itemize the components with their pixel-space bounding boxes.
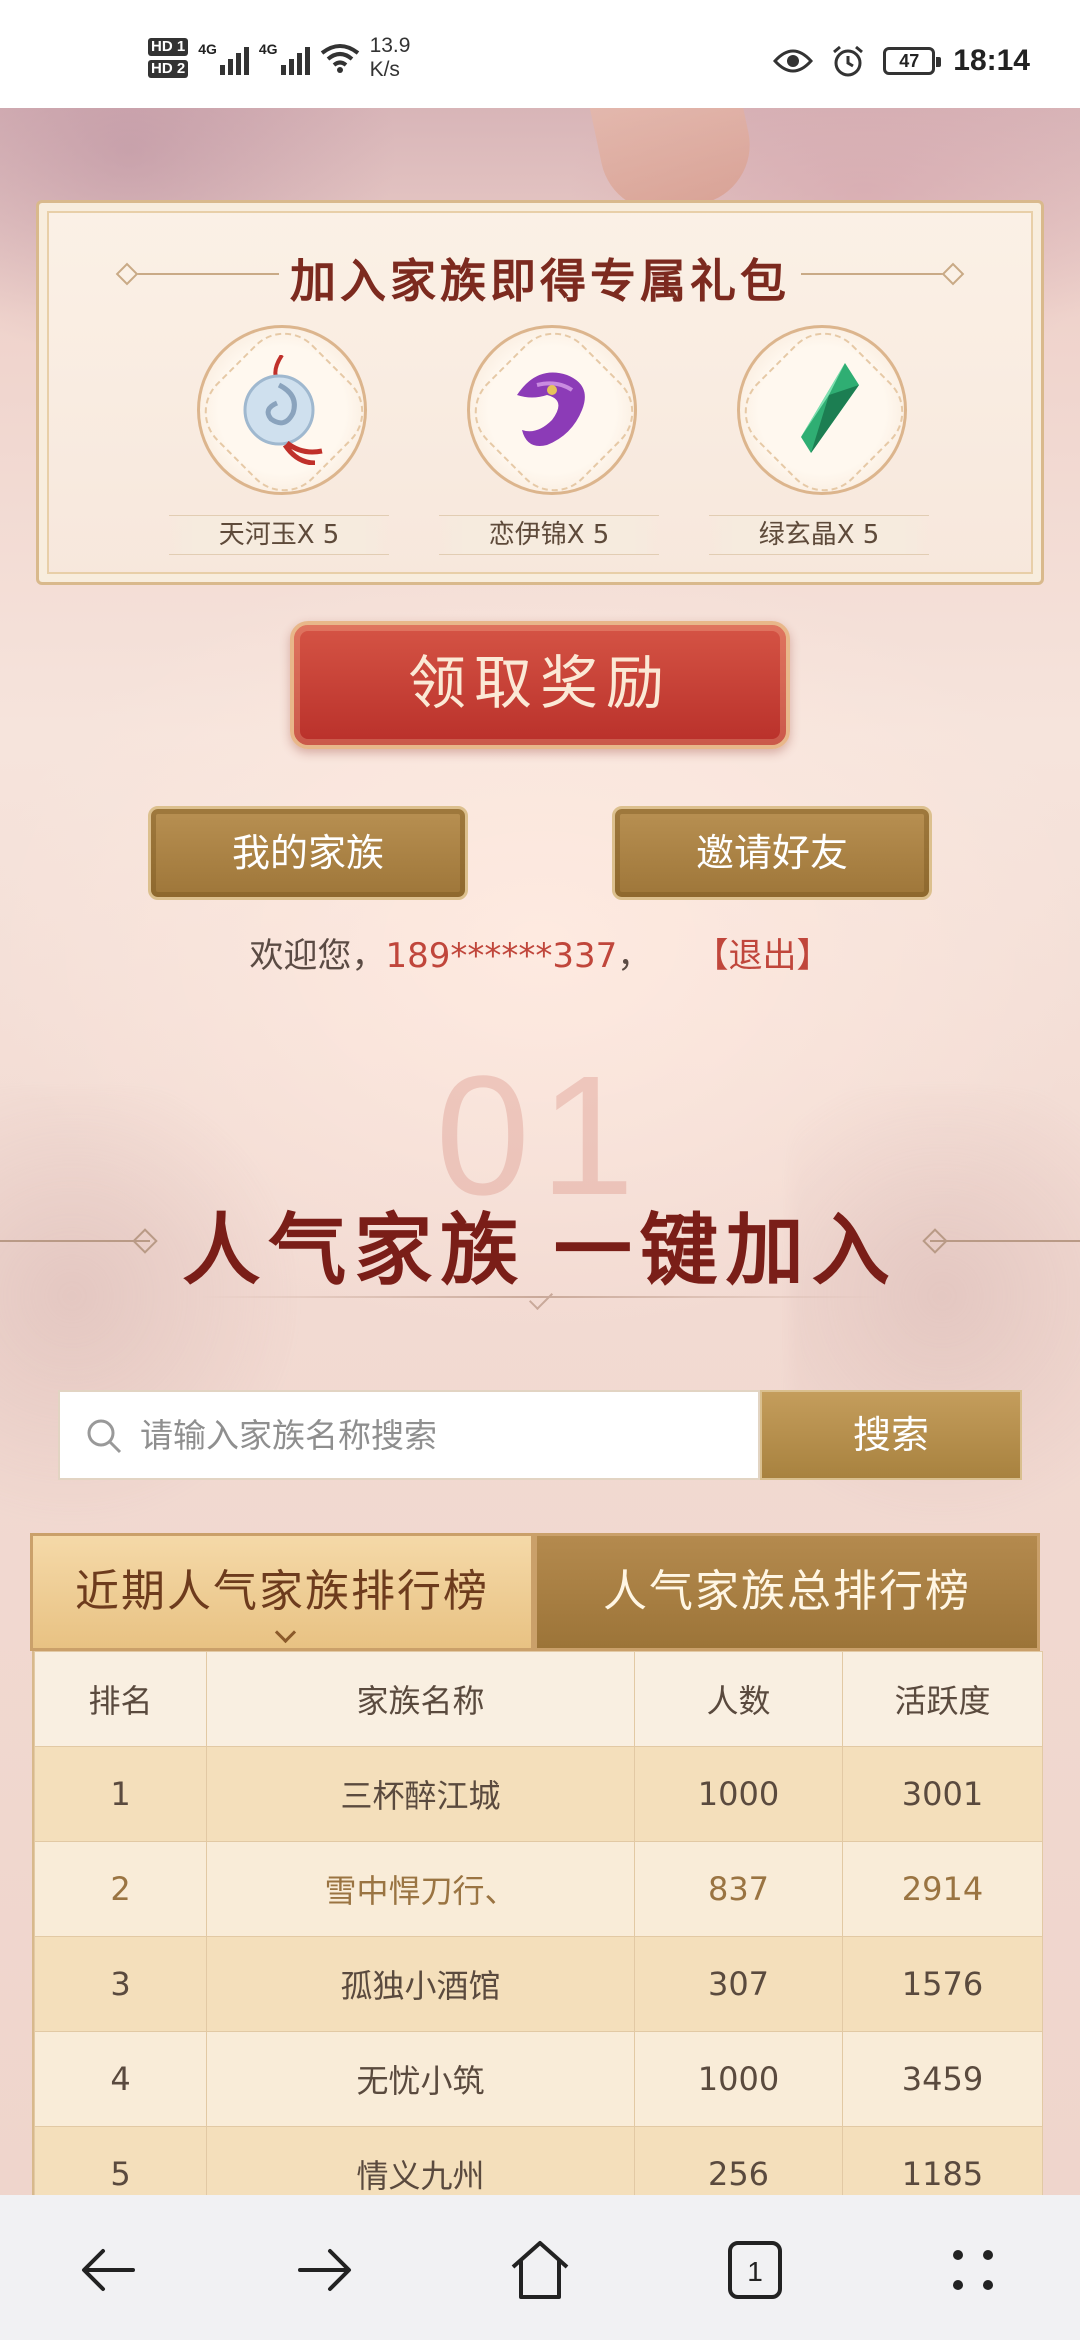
section-title: 人气家族 一键加入 [182,1207,898,1294]
header-members: 人数 [634,1651,843,1747]
sim1-badge: HD 1 [148,38,189,56]
claim-reward-button[interactable]: 领取奖励 [290,621,790,749]
members-cell: 1000 [634,1746,843,1842]
welcome-prefix: 欢迎您， [249,936,386,976]
family-name-cell: 孤独小酒馆 [206,1936,635,2032]
clock: 18:14 [953,44,1030,77]
ranking-tabs: 近期人气家族排行榜 人气家族总排行榜 [30,1533,1040,1651]
table-row[interactable]: 1 三杯醉江城 1000 3001 [34,1746,1043,1842]
my-family-button[interactable]: 我的家族 [148,806,468,900]
header-activity: 活跃度 [842,1651,1043,1747]
home-button[interactable] [505,2235,575,2305]
members-cell: 256 [634,2126,843,2195]
table-row[interactable]: 3 孤独小酒馆 307 1576 [34,1936,1043,2032]
green-crystal-icon [801,363,859,453]
gift-label: 绿玄晶X 5 [709,515,929,555]
browser-navbar: 1 [0,2195,1080,2340]
search-icon [87,1419,122,1454]
forward-button[interactable] [290,2235,360,2305]
tab-count: 1 [747,2256,763,2287]
arrow-right-icon [298,2249,351,2291]
tabs-button[interactable]: 1 [720,2235,790,2305]
gift-item-crystal: 绿玄晶X 5 [709,325,929,555]
alarm-icon [833,45,864,77]
rank-cell: 2 [34,1841,207,1937]
gift-panel: 加入家族即得专属礼包 天河玉X 5 恋伊锦X 5 绿玄晶X 5 [36,200,1044,585]
members-cell: 1000 [634,2031,843,2127]
activity-cell: 2914 [842,1841,1043,1937]
gift-item-silk: 恋伊锦X 5 [439,325,659,555]
gift-label: 恋伊锦X 5 [439,515,659,555]
rank-cell: 5 [34,2126,207,2195]
tab-recent-ranking[interactable]: 近期人气家族排行榜 [30,1533,534,1651]
menu-dots-icon [953,2250,993,2290]
tabs-icon: 1 [728,2241,782,2299]
signal-2-icon: 4G [259,41,310,75]
logout-link[interactable]: 【退出】 [695,936,831,976]
signal-1-icon: 4G [198,41,249,75]
table-header-row: 排名 家族名称 人数 活跃度 [34,1651,1043,1747]
user-phone: 189******337 [385,936,618,976]
ranking-table: 排名 家族名称 人数 活跃度 1 三杯醉江城 1000 3001 2 雪中悍刀行… [32,1651,1043,2195]
eye-comfort-icon [773,49,814,73]
sim2-badge: HD 2 [148,60,189,78]
home-icon [511,2241,569,2299]
arrow-left-icon [82,2249,135,2291]
invite-friends-button[interactable]: 邀请好友 [612,806,932,900]
welcome-separator: ， [617,936,652,976]
rank-cell: 1 [34,1746,207,1842]
tab-total-ranking[interactable]: 人气家族总排行榜 [534,1533,1040,1651]
rank-cell: 4 [34,2031,207,2127]
jade-pendant-icon [243,355,323,465]
menu-button[interactable] [938,2235,1008,2305]
activity-cell: 1576 [842,1936,1043,2032]
search-button[interactable]: 搜索 [760,1390,1022,1480]
family-name-cell: 情义九州 [206,2126,635,2195]
welcome-line: 欢迎您，189******337， 【退出】 [0,928,1080,977]
page-content: 加入家族即得专属礼包 天河玉X 5 恋伊锦X 5 绿玄晶X 5 领取奖励 我的家… [0,108,1080,2195]
search-input[interactable] [140,1392,750,1478]
search-box [58,1390,760,1480]
family-name-cell: 三杯醉江城 [206,1746,635,1842]
header-rank: 排名 [34,1651,207,1747]
gift-title: 加入家族即得专属礼包 [290,256,790,307]
table-row[interactable]: 4 无忧小筑 1000 3459 [34,2031,1043,2127]
wifi-icon [320,44,359,73]
header-family-name: 家族名称 [206,1651,635,1747]
members-cell: 837 [634,1841,843,1937]
gift-label: 天河玉X 5 [169,515,389,555]
gift-item-jade: 天河玉X 5 [169,325,389,555]
table-row[interactable]: 2 雪中悍刀行、 837 2914 [34,1841,1043,1937]
battery-indicator: 47 [883,47,942,75]
family-name-cell: 雪中悍刀行、 [206,1841,635,1937]
activity-cell: 3459 [842,2031,1043,2127]
table-row[interactable]: 5 情义九州 256 1185 [34,2126,1043,2195]
status-bar: HD 1 HD 2 4G 4G 13.9 K/s 47 18:14 [0,0,1080,108]
rank-cell: 3 [34,1936,207,2032]
network-speed: 13.9 K/s [369,34,411,81]
purple-silk-icon [517,372,585,446]
members-cell: 307 [634,1936,843,2032]
section-underline [200,1296,880,1298]
family-name-cell: 无忧小筑 [206,2031,635,2127]
activity-cell: 3001 [842,1746,1043,1842]
activity-cell: 1185 [842,2126,1043,2195]
back-button[interactable] [73,2235,143,2305]
